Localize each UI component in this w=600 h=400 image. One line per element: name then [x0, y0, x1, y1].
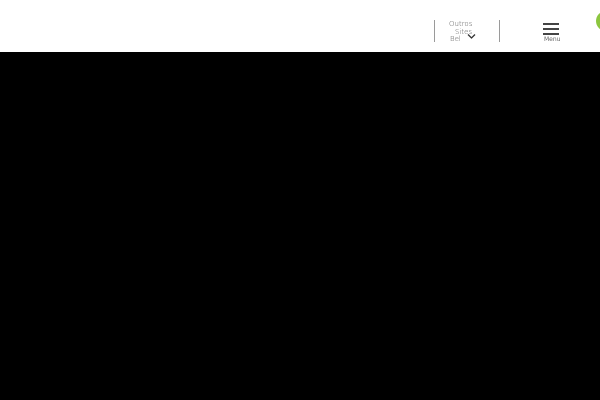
chevron-down-icon [467, 34, 476, 39]
hero-video-area [0, 52, 600, 400]
hamburger-icon-bar [543, 33, 559, 35]
header-divider-right [499, 20, 500, 42]
header-divider-left [434, 20, 435, 42]
menu-button[interactable]: Menu [540, 22, 564, 44]
other-sites-label-line3: Bel [450, 35, 461, 43]
other-sites-label-line1: Outros [449, 20, 473, 28]
hamburger-icon-bar [543, 28, 559, 30]
menu-label: Menu [544, 36, 561, 43]
hamburger-icon [543, 23, 559, 25]
logo-mark [596, 11, 600, 31]
other-sites-dropdown[interactable]: Outros Sites Bel [440, 18, 480, 44]
brand-logo[interactable] [590, 8, 600, 44]
site-header: Outros Sites Bel Menu [0, 0, 600, 52]
